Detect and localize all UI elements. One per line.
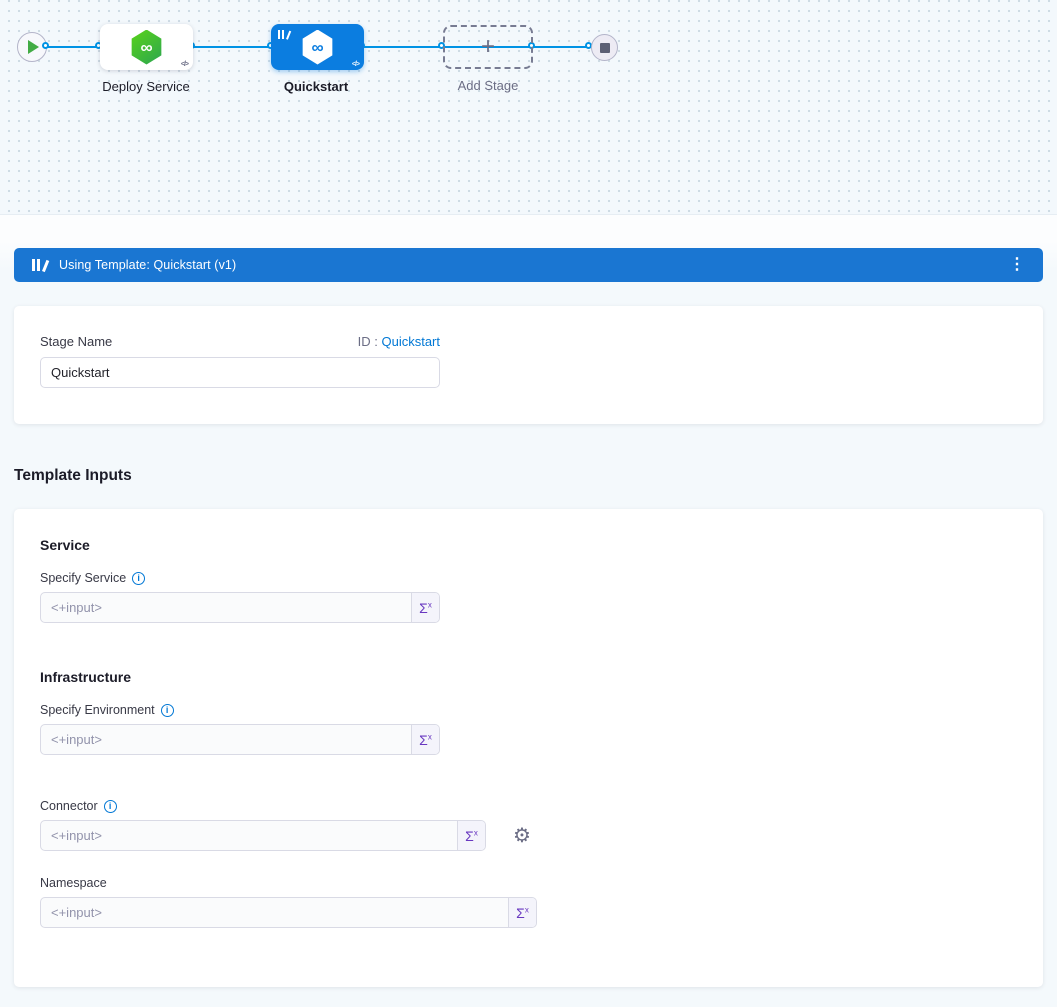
specify-service-label: Specify Service [40, 571, 126, 585]
pipeline-end-node[interactable] [591, 34, 618, 61]
field-specify-environment: Specify Environment i Σx [40, 703, 1017, 755]
connector-point[interactable] [42, 42, 49, 49]
stage-id: ID : Quickstart [358, 334, 440, 349]
connector-settings-gear-icon[interactable]: ⚙ [513, 826, 531, 846]
cd-stage-icon: ∞ [301, 30, 334, 65]
specify-environment-input[interactable] [41, 725, 411, 754]
field-connector: Connector i Σx ⚙ [40, 799, 1017, 851]
field-namespace: Namespace Σx [40, 876, 1017, 928]
infinity-icon: ∞ [140, 39, 152, 56]
info-icon[interactable]: i [132, 572, 145, 585]
connector-input[interactable] [41, 821, 457, 850]
code-icon: </> [352, 61, 359, 68]
code-icon: </> [181, 61, 188, 68]
field-specify-service: Specify Service i Σx [40, 571, 1017, 623]
info-icon[interactable]: i [161, 704, 174, 717]
connector-label: Connector [40, 799, 98, 813]
stage-name-label: Stage Name [40, 334, 112, 349]
play-icon [28, 40, 39, 54]
namespace-input[interactable] [41, 898, 508, 927]
specify-environment-label: Specify Environment [40, 703, 155, 717]
template-library-icon [278, 30, 290, 39]
stage-node-deploy-service[interactable]: ∞ </> [100, 24, 193, 70]
stage-label-quickstart: Quickstart [236, 79, 396, 94]
stage-id-prefix: ID : [358, 334, 378, 349]
expression-toggle-button[interactable]: Σx [508, 898, 536, 927]
section-title-service: Service [40, 537, 1017, 553]
info-icon[interactable]: i [104, 800, 117, 813]
stage-label-deploy-service: Deploy Service [66, 79, 226, 94]
section-title-infrastructure: Infrastructure [40, 669, 1017, 685]
template-inputs-card: Service Specify Service i Σx Infrastruct… [14, 509, 1043, 987]
using-template-text: Using Template: Quickstart (v1) [59, 258, 236, 272]
specify-service-input[interactable] [41, 593, 411, 622]
expression-toggle-button[interactable]: Σx [411, 725, 439, 754]
stage-node-quickstart[interactable]: ∞ </> [271, 24, 364, 70]
using-template-banner: Using Template: Quickstart (v1) ⋮ [14, 248, 1043, 282]
stage-config-panel: Using Template: Quickstart (v1) ⋮ Stage … [0, 215, 1057, 1007]
stop-icon [600, 43, 610, 53]
namespace-label: Namespace [40, 876, 107, 890]
template-options-menu-button[interactable]: ⋮ [1003, 253, 1031, 277]
stage-name-input[interactable] [40, 357, 440, 388]
pipeline-canvas[interactable]: ∞ </> ∞ </> + Deploy Service Quickstart … [0, 0, 1057, 215]
expression-toggle-button[interactable]: Σx [457, 821, 485, 850]
expression-toggle-button[interactable]: Σx [411, 593, 439, 622]
plus-icon: + [481, 33, 495, 61]
stage-id-link[interactable]: Quickstart [381, 334, 440, 349]
stage-label-add-stage: Add Stage [408, 78, 568, 93]
infinity-icon: ∞ [311, 39, 323, 56]
template-library-icon [32, 259, 47, 271]
stage-name-card: Stage Name ID : Quickstart [14, 306, 1043, 424]
template-inputs-heading: Template Inputs [14, 467, 1043, 485]
cd-stage-icon: ∞ [130, 30, 163, 65]
add-stage-button[interactable]: + [443, 25, 533, 69]
